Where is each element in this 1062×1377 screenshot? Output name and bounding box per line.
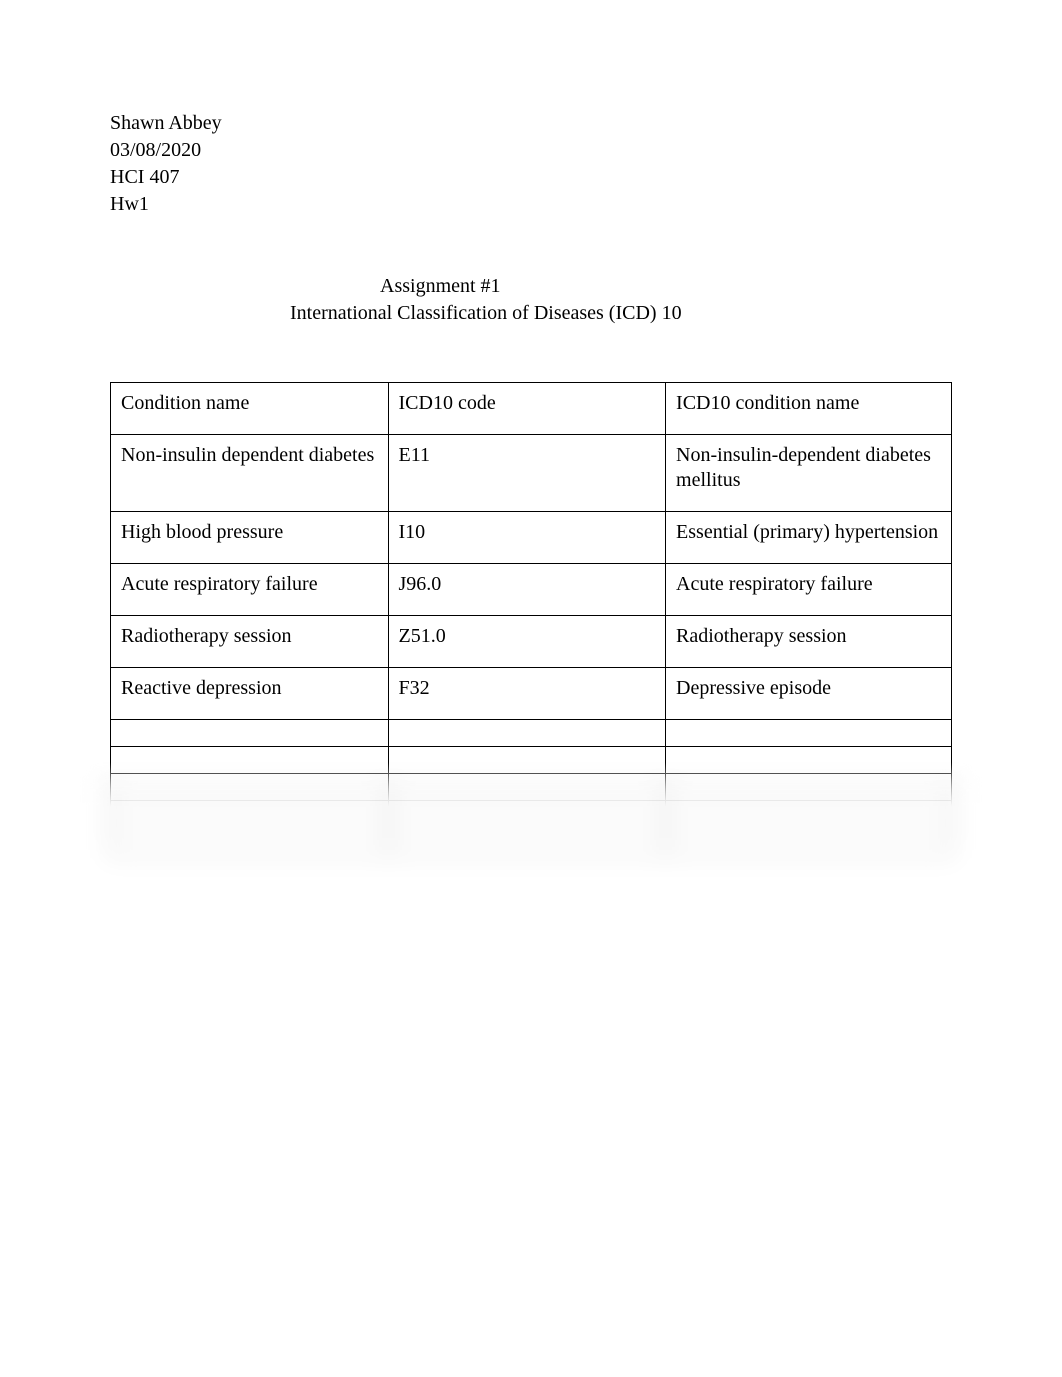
cell-code (388, 720, 666, 747)
cell-icd-name: Acute respiratory failure (666, 564, 952, 616)
cell-condition (111, 720, 389, 747)
cell-icd-name (666, 720, 952, 747)
header-condition-name: Condition name (111, 383, 389, 435)
cell-condition (111, 801, 389, 828)
table-row: Reactive depression F32 Depressive episo… (111, 668, 952, 720)
cell-code (388, 747, 666, 774)
table-row: High blood pressure I10 Essential (prima… (111, 512, 952, 564)
table-header-row: Condition name ICD10 code ICD10 conditio… (111, 383, 952, 435)
cell-icd-name: Radiotherapy session (666, 616, 952, 668)
icd-table: Condition name ICD10 code ICD10 conditio… (110, 382, 952, 855)
cell-icd-name (666, 747, 952, 774)
table-row (111, 720, 952, 747)
table-row (111, 747, 952, 774)
table-row (111, 774, 952, 801)
title-line-1: Assignment #1 (380, 273, 952, 300)
cell-condition: Reactive depression (111, 668, 389, 720)
cell-icd-name (666, 828, 952, 855)
cell-condition: High blood pressure (111, 512, 389, 564)
document-header: Shawn Abbey 03/08/2020 HCI 407 Hw1 (110, 110, 952, 218)
table-row: Acute respiratory failure J96.0 Acute re… (111, 564, 952, 616)
title-line-2: International Classification of Diseases… (290, 300, 952, 327)
cell-code: F32 (388, 668, 666, 720)
cell-code (388, 828, 666, 855)
cell-code: J96.0 (388, 564, 666, 616)
cell-condition: Radiotherapy session (111, 616, 389, 668)
course-code: HCI 407 (110, 164, 952, 191)
cell-icd-name (666, 801, 952, 828)
cell-code: Z51.0 (388, 616, 666, 668)
header-icd-code: ICD10 code (388, 383, 666, 435)
table-row: Non-insulin dependent diabetes E11 Non-i… (111, 435, 952, 512)
table-row: Radiotherapy session Z51.0 Radiotherapy … (111, 616, 952, 668)
cell-code: E11 (388, 435, 666, 512)
homework-number: Hw1 (110, 191, 952, 218)
cell-condition: Acute respiratory failure (111, 564, 389, 616)
table-row (111, 828, 952, 855)
cell-condition (111, 747, 389, 774)
document-date: 03/08/2020 (110, 137, 952, 164)
cell-condition (111, 774, 389, 801)
cell-icd-name: Depressive episode (666, 668, 952, 720)
cell-icd-name: Essential (primary) hypertension (666, 512, 952, 564)
icd-table-container: Condition name ICD10 code ICD10 conditio… (110, 382, 952, 855)
cell-icd-name (666, 774, 952, 801)
cell-code (388, 801, 666, 828)
author-name: Shawn Abbey (110, 110, 952, 137)
cell-code (388, 774, 666, 801)
cell-condition: Non-insulin dependent diabetes (111, 435, 389, 512)
cell-condition (111, 828, 389, 855)
cell-code: I10 (388, 512, 666, 564)
cell-icd-name: Non-insulin-dependent diabetes mellitus (666, 435, 952, 512)
header-icd-name: ICD10 condition name (666, 383, 952, 435)
table-row (111, 801, 952, 828)
document-title: Assignment #1 International Classificati… (290, 273, 952, 327)
